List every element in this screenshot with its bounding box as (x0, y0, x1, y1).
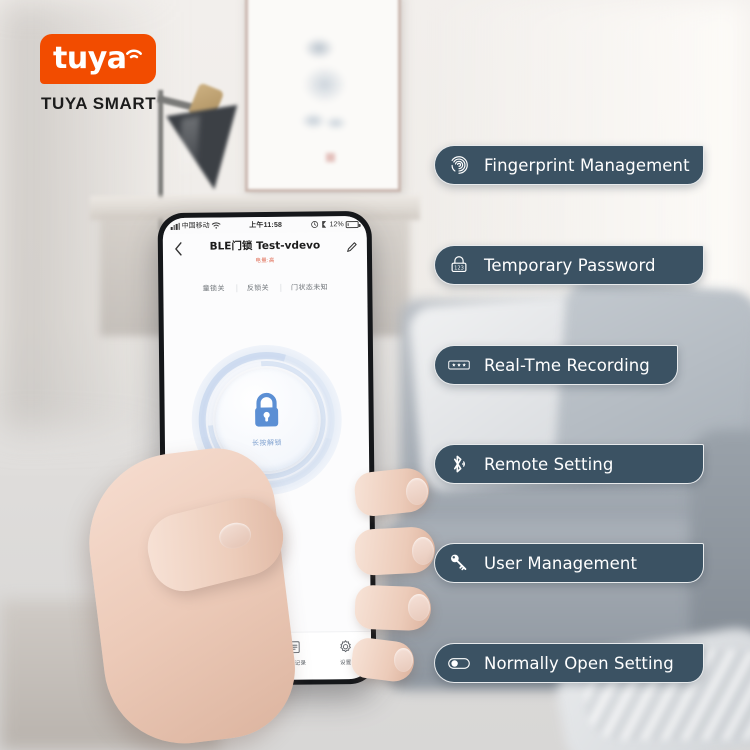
svg-text:123: 123 (454, 266, 464, 272)
status-bar-time: 上午11:58 (249, 221, 283, 230)
carrier-label: 中国移动 (181, 222, 210, 230)
wall-art-frame (245, 0, 401, 192)
device-title-group: BLE门锁 Test-vdevo 电量:高 (210, 237, 321, 264)
feature-fingerprint-management[interactable]: Fingerprint Management (434, 145, 704, 185)
phone-nav-bar: BLE门锁 Test-vdevo 电量:高 (163, 232, 367, 278)
device-title: BLE门锁 Test-vdevo (209, 239, 321, 253)
alarm-icon (311, 221, 319, 228)
feature-normally-open-setting[interactable]: Normally Open Setting (434, 643, 704, 683)
feature-label: Remote Setting (484, 454, 614, 474)
list-icon (289, 641, 300, 654)
lock-123-icon: 123 (448, 254, 470, 276)
feature-label: User Management (484, 553, 638, 573)
unlock-hint-label: 长按解锁 (251, 439, 282, 448)
wall-art-stamp (326, 153, 335, 162)
tab-settings-label: 设置 (339, 660, 352, 667)
status-tab-deadbolt[interactable]: 反锁关 (236, 283, 280, 293)
wifi-icon (211, 222, 221, 229)
lock-status-tabs: 童锁关 反锁关 门状态未知 (163, 276, 367, 298)
signal-bars-icon (170, 222, 180, 230)
lock-control-area: 长按解锁 (163, 296, 370, 543)
tuya-logo-wordmark: tuya (53, 41, 127, 76)
phone-tab-bar: 报警 成员管理 开门记录 设置 (166, 630, 372, 682)
feature-label: Normally Open Setting (484, 653, 674, 673)
tuya-logo: tuya TUYA SMART (40, 34, 156, 114)
tuya-logo-badge: tuya (40, 34, 156, 84)
feature-label: Real-Tme Recording (484, 355, 650, 375)
lamp-shade-highlight (178, 115, 200, 183)
tab-records[interactable]: 开门记录 (271, 639, 319, 667)
person-icon (238, 642, 249, 654)
status-bar-right: 12% (311, 220, 359, 229)
gear-icon (340, 640, 351, 653)
feature-realtime-recording[interactable]: Real-Tme Recording (434, 345, 678, 385)
feature-remote-setting[interactable]: Remote Setting (434, 444, 704, 484)
tab-settings[interactable]: 设置 (322, 639, 370, 667)
status-tab-door-state[interactable]: 门状态未知 (280, 282, 339, 293)
battery-percent-label: 12% (329, 220, 344, 228)
wall-art-sketch (283, 35, 363, 145)
tab-alarm-label: 报警 (186, 661, 199, 668)
feature-label: Fingerprint Management (484, 155, 690, 175)
chevron-left-icon (174, 242, 182, 256)
status-tab-child-lock[interactable]: 童锁关 (192, 283, 236, 293)
tab-alarm[interactable]: 报警 (169, 641, 217, 669)
tab-members[interactable]: 成员管理 (220, 640, 268, 668)
back-button[interactable] (169, 240, 187, 258)
feature-user-management[interactable]: User Management (434, 543, 704, 583)
tab-records-label: 开门记录 (283, 660, 307, 667)
wifi-arc-icon (126, 49, 142, 59)
toggle-switch-icon (448, 652, 470, 674)
feature-label: Temporary Password (484, 255, 656, 275)
pencil-icon (347, 242, 357, 252)
status-bar-left: 中国移动 (170, 220, 221, 231)
feature-temporary-password[interactable]: 123 Temporary Password (434, 245, 704, 285)
key-icon (448, 552, 470, 574)
bluetooth-signal-icon (448, 453, 470, 475)
alarm-bell-icon (187, 641, 198, 653)
password-dots-icon (448, 354, 470, 376)
vibrate-icon (322, 221, 327, 228)
tab-members-label: 成员管理 (232, 661, 256, 668)
padlock-icon (255, 392, 279, 427)
edit-button[interactable] (343, 238, 361, 256)
smartphone: 中国移动 上午11:58 12% BLE门锁 Test-vdevo 电量:高 童… (157, 210, 377, 687)
device-subtitle: 电量:高 (255, 257, 275, 265)
fingerprint-icon (448, 154, 470, 176)
battery-icon (345, 220, 359, 228)
phone-screen[interactable]: 中国移动 上午11:58 12% BLE门锁 Test-vdevo 电量:高 童… (162, 215, 372, 682)
unlock-button[interactable]: 长按解锁 (215, 367, 319, 472)
promo-image: tuya TUYA SMART 中国移动 上午11:58 12% BLE门锁 T… (0, 0, 750, 750)
tuya-logo-tagline: TUYA SMART (41, 94, 157, 113)
